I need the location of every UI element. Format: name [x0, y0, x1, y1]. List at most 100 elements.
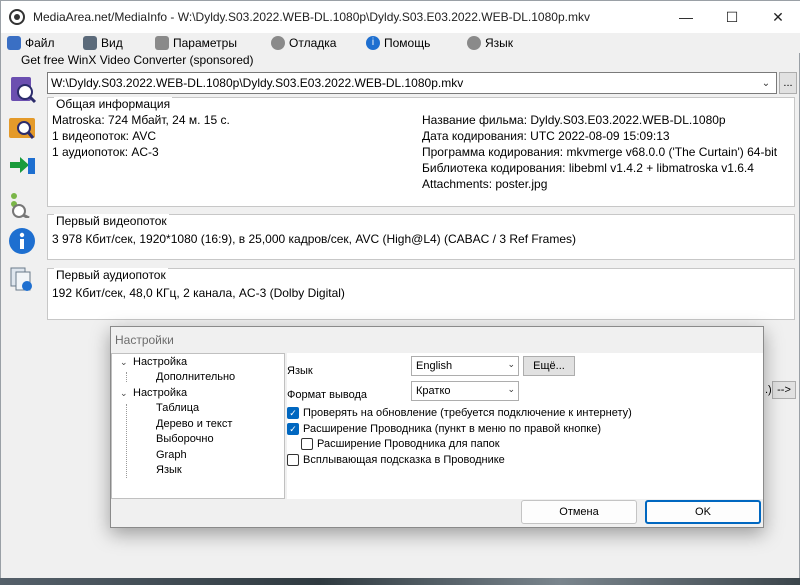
- settings-icon: [155, 36, 169, 50]
- minimize-button[interactable]: —: [663, 1, 709, 33]
- more-languages-button[interactable]: Ещё...: [523, 356, 575, 376]
- close-button[interactable]: ✕: [755, 1, 800, 33]
- general-right-line: Библиотека кодирования: libebml v1.4.2 +…: [422, 161, 754, 175]
- general-left-line: 1 аудиопоток: AC-3: [52, 145, 159, 159]
- multi-file-button[interactable]: [5, 262, 39, 296]
- chevron-down-icon[interactable]: ⌄: [120, 388, 130, 399]
- chevron-down-icon[interactable]: ⌄: [758, 74, 774, 92]
- tree-item-label: Настройка: [133, 356, 188, 368]
- partial-behind-text: .): [765, 384, 772, 396]
- info-icon: [9, 228, 35, 254]
- general-left-line: 1 видеопоток: AVC: [52, 129, 157, 143]
- shell-extension-label: Расширение Проводника (пункт в меню по п…: [303, 423, 602, 435]
- dialog-footer: Отмена OK: [111, 499, 763, 527]
- view-icon: [83, 36, 97, 50]
- tree-item-label: Выборочно: [156, 433, 214, 445]
- general-right-line: Программа кодирования: mkvmerge v68.0.0 …: [422, 145, 778, 159]
- debug-tree-button[interactable]: [5, 186, 39, 220]
- menu-file-label: Файл: [25, 36, 55, 50]
- tree-item-setup-2[interactable]: ⌄ Настройка: [120, 387, 187, 399]
- tree-guide-line: [126, 404, 127, 478]
- tree-item-advanced[interactable]: Дополнительно: [156, 371, 235, 383]
- settings-dialog: Настройки ⌄ Настройка Дополнительно ⌄ На…: [110, 326, 764, 528]
- video-stream-heading: Первый видеопоток: [54, 214, 169, 228]
- shell-extension-option[interactable]: ✓ Расширение Проводника (пункт в меню по…: [287, 423, 601, 435]
- file-icon: [7, 36, 21, 50]
- menu-view-label: Вид: [101, 36, 123, 50]
- menu-bar: Файл Вид Параметры Отладка i Помощь Язык: [1, 33, 800, 53]
- video-stream-panel: Первый видеопоток 3 978 Кбит/сек, 1920*1…: [47, 214, 795, 260]
- chevron-down-icon: ⌄: [507, 384, 515, 394]
- open-folder-button[interactable]: [5, 110, 39, 144]
- tree-item-label: Язык: [156, 464, 182, 476]
- export-icon: [10, 157, 35, 174]
- settings-dialog-title: Настройки: [115, 333, 174, 347]
- language-select[interactable]: English ⌄: [411, 356, 519, 376]
- cancel-button[interactable]: Отмена: [521, 500, 637, 524]
- check-updates-option[interactable]: ✓ Проверять на обновление (требуется под…: [287, 407, 632, 419]
- general-right-line: Attachments: poster.jpg: [422, 177, 548, 191]
- open-file-button[interactable]: [5, 72, 39, 106]
- export-button[interactable]: [5, 148, 39, 182]
- browse-button[interactable]: ...: [779, 72, 797, 94]
- tree-item-setup[interactable]: ⌄ Настройка: [120, 356, 187, 368]
- general-right-line: Название фильма: Dyldy.S03.E03.2022.WEB-…: [422, 113, 726, 127]
- general-right-line: Дата кодирования: UTC 2022-08-09 15:09:1…: [422, 129, 670, 143]
- menu-help[interactable]: i Помощь: [366, 33, 430, 53]
- shell-tooltip-option[interactable]: Всплывающая подсказка в Проводнике: [287, 454, 505, 466]
- window-title: MediaArea.net/MediaInfo - W:\Dyldy.S03.2…: [33, 10, 590, 24]
- menu-debug-label: Отладка: [289, 36, 337, 50]
- maximize-button[interactable]: ☐: [709, 1, 755, 33]
- next-button[interactable]: -->: [772, 381, 796, 399]
- video-stream-line: 3 978 Кбит/сек, 1920*1080 (16:9), в 25,0…: [52, 232, 577, 246]
- menu-settings[interactable]: Параметры: [155, 33, 237, 53]
- general-info-panel: Общая информация Matroska: 724 Мбайт, 24…: [47, 97, 795, 207]
- output-format-label: Формат вывода: [287, 389, 368, 401]
- menu-language-label: Язык: [485, 36, 514, 50]
- checkbox-checked[interactable]: ✓: [287, 423, 299, 435]
- ok-button[interactable]: OK: [645, 500, 761, 524]
- file-path-value: W:\Dyldy.S03.2022.WEB-DL.1080p\Dyldy.S03…: [51, 76, 464, 90]
- checkbox-unchecked[interactable]: [301, 438, 313, 450]
- general-left-line: Matroska: 724 Мбайт, 24 м. 15 с.: [52, 113, 230, 127]
- toolbar-sidebar: [5, 72, 41, 302]
- check-updates-label: Проверять на обновление (требуется подкл…: [303, 407, 632, 419]
- language-label: Язык: [287, 365, 313, 377]
- tree-item-tree-text[interactable]: Дерево и текст: [156, 418, 232, 430]
- desktop-strip: [0, 578, 800, 585]
- tree-item-graph[interactable]: Graph: [156, 449, 187, 461]
- settings-content: Язык English ⌄ Ещё... Формат вывода Крат…: [287, 353, 763, 499]
- shell-extension-folders-label: Расширение Проводника для папок: [317, 438, 500, 450]
- debug-icon: [271, 36, 285, 50]
- tree-item-label: Настройка: [133, 387, 188, 399]
- settings-tree: ⌄ Настройка Дополнительно ⌄ Настройка Та…: [111, 353, 285, 499]
- menu-debug[interactable]: Отладка: [271, 33, 336, 53]
- output-format-select[interactable]: Кратко ⌄: [411, 381, 519, 401]
- info-button[interactable]: [5, 224, 39, 258]
- chevron-down-icon[interactable]: ⌄: [120, 357, 130, 368]
- tree-item-table[interactable]: Таблица: [156, 402, 199, 414]
- menu-language[interactable]: Язык: [467, 33, 513, 53]
- debug-tree-icon: [11, 193, 30, 218]
- shell-extension-folders-option[interactable]: Расширение Проводника для папок: [301, 438, 500, 450]
- audio-stream-line: 192 Кбит/сек, 48,0 КГц, 2 канала, AC-3 (…: [52, 286, 345, 300]
- checkbox-unchecked[interactable]: [287, 454, 299, 466]
- language-icon: [467, 36, 481, 50]
- sponsor-link[interactable]: Get free WinX Video Converter (sponsored…: [21, 53, 254, 67]
- mediainfo-logo-icon: [9, 9, 25, 25]
- tree-item-label: Graph: [156, 449, 187, 461]
- chevron-down-icon: ⌄: [507, 359, 515, 369]
- language-select-value: English: [416, 360, 453, 372]
- output-format-value: Кратко: [416, 385, 451, 397]
- menu-settings-label: Параметры: [173, 36, 237, 50]
- tree-item-custom[interactable]: Выборочно: [156, 433, 214, 445]
- file-path-combo[interactable]: W:\Dyldy.S03.2022.WEB-DL.1080p\Dyldy.S03…: [47, 72, 777, 94]
- tree-item-label: Дерево и текст: [156, 418, 233, 430]
- checkbox-checked[interactable]: ✓: [287, 407, 299, 419]
- title-bar: MediaArea.net/MediaInfo - W:\Dyldy.S03.2…: [1, 1, 800, 33]
- tree-item-language[interactable]: Язык: [156, 464, 182, 476]
- menu-file[interactable]: Файл: [7, 33, 55, 53]
- multi-file-icon: [10, 267, 32, 291]
- help-icon: i: [366, 36, 380, 50]
- menu-view[interactable]: Вид: [83, 33, 123, 53]
